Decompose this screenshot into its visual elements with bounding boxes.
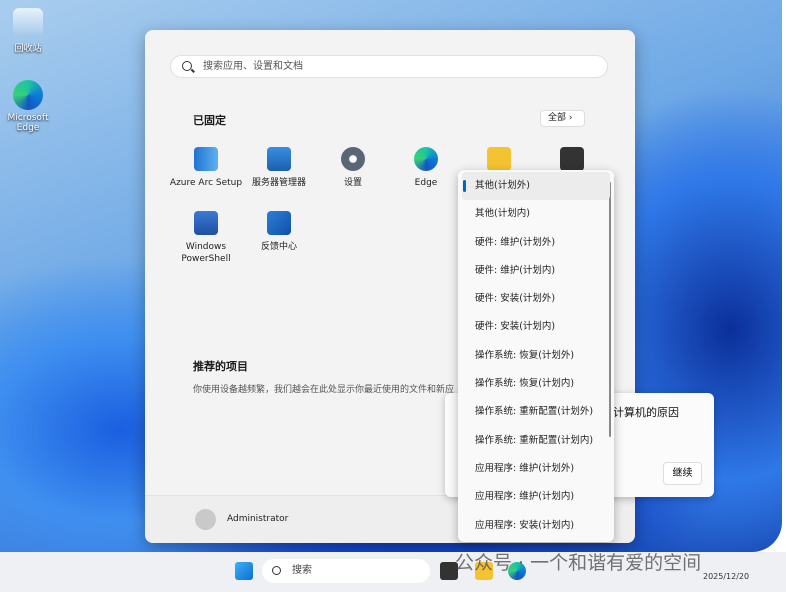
clock-date[interactable]: 2025/12/20 — [703, 572, 749, 581]
dropdown-option[interactable]: 硬件: 维护(计划外) — [462, 229, 610, 257]
folder-icon — [487, 147, 511, 171]
gear-icon — [341, 147, 365, 171]
app-settings[interactable]: 设置 — [316, 147, 390, 189]
desktop-icon-recycle-bin[interactable]: 回收站 — [0, 8, 56, 54]
dropdown-option[interactable]: 操作系统: 恢复(计划内) — [462, 370, 610, 398]
pinned-title: 已固定 — [193, 114, 226, 127]
recommended-text: 你使用设备越频繁，我们越会在此处显示你最近使用的文件和新应 — [193, 385, 455, 395]
powershell-icon — [194, 211, 218, 235]
windows-start-icon[interactable] — [235, 562, 253, 580]
avatar[interactable] — [195, 509, 216, 530]
feedback-hub-icon — [267, 211, 291, 235]
dropdown-option[interactable]: 应用程序: 维护(计划外) — [462, 455, 610, 483]
edge-icon — [13, 80, 43, 110]
dropdown-option[interactable]: 其他(计划外) — [462, 172, 610, 201]
dropdown-option[interactable]: 操作系统: 重新配置(计划内) — [462, 427, 610, 455]
desktop-icon-edge[interactable]: Microsoft Edge — [0, 80, 56, 133]
app-edge[interactable]: Edge — [389, 147, 463, 189]
continue-button[interactable]: 继续 — [663, 462, 702, 485]
dialog-text: 计算机的原因 — [613, 406, 679, 419]
watermark: 公众号 · 一个和谐有爱的空间 — [455, 552, 702, 574]
app-label: Azure Arc Setup — [169, 178, 243, 188]
recycle-bin-icon — [13, 8, 43, 38]
app-label: Edge — [414, 178, 438, 188]
start-search-input[interactable]: 搜索应用、设置和文档 — [170, 55, 608, 78]
dropdown-option[interactable]: 硬件: 维护(计划内) — [462, 257, 610, 285]
edge-icon — [414, 147, 438, 171]
user-name[interactable]: Administrator — [227, 514, 288, 524]
dropdown-option[interactable]: 应用程序: 维护(计划内) — [462, 483, 610, 511]
app-powershell[interactable]: Windows PowerShell — [169, 211, 243, 265]
app-server-manager[interactable]: 服务器管理器 — [242, 147, 316, 189]
dropdown-option[interactable]: 操作系统: 重新配置(计划外) — [462, 398, 610, 426]
dropdown-option[interactable]: 应用程序: 安装(计划内) — [462, 512, 610, 540]
app-azure-arc-setup[interactable]: Azure Arc Setup — [169, 147, 243, 189]
dropdown-option[interactable]: 操作系统: 恢复(计划外) — [462, 342, 610, 370]
app-label: 反馈中心 — [260, 242, 297, 252]
dropdown-option[interactable]: 硬件: 安装(计划外) — [462, 285, 610, 313]
app-label: 服务器管理器 — [251, 178, 306, 188]
app-label: Windows PowerShell — [181, 242, 231, 264]
server-manager-icon — [267, 147, 291, 171]
taskbar-search-label: 搜索 — [292, 565, 312, 576]
taskbar-search[interactable]: 搜索 — [262, 559, 430, 583]
dropdown-option[interactable]: 硬件: 安装(计划内) — [462, 313, 610, 341]
app-feedback-hub[interactable]: 反馈中心 — [242, 211, 316, 253]
reason-dropdown-list[interactable]: 其他(计划外) 其他(计划内) 硬件: 维护(计划外) 硬件: 维护(计划内) 硬件: … — [458, 170, 614, 542]
search-placeholder: 搜索应用、设置和文档 — [203, 61, 303, 72]
dropdown-option[interactable]: 其他(计划内) — [462, 200, 610, 228]
search-icon — [272, 566, 281, 575]
search-icon — [182, 61, 192, 71]
edge-label: Microsoft Edge — [7, 113, 49, 133]
azure-arc-icon — [194, 147, 218, 171]
recommended-title: 推荐的项目 — [193, 360, 248, 373]
app-label: 设置 — [343, 178, 362, 188]
all-apps-button[interactable]: 全部 › — [540, 110, 585, 127]
recycle-bin-label: 回收站 — [14, 44, 42, 54]
terminal-icon — [560, 147, 584, 171]
